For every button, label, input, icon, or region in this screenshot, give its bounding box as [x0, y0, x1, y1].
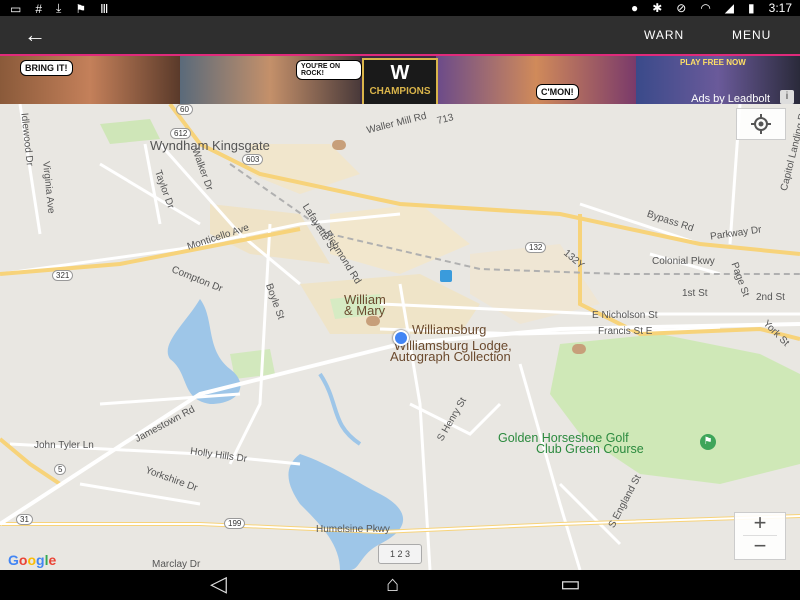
road-label: E Nicholson St [592, 310, 658, 321]
warn-button[interactable]: WARN [644, 28, 684, 42]
location-icon: ● [630, 1, 639, 15]
nav-bar: ◁ ⌂ ▭ [0, 570, 800, 600]
my-location-dot [393, 330, 409, 346]
wwe-logo: W CHAMPIONS [362, 58, 438, 106]
road-label: 1st St [682, 288, 708, 299]
ad-banner[interactable]: BRING IT! YOU'RE ON ROCK! C'MON! W CHAMP… [0, 54, 800, 106]
google-logo: Google [8, 552, 57, 568]
bluetooth-icon: ✱ [652, 1, 663, 15]
home-nav-icon[interactable]: ⌂ [386, 572, 399, 596]
road-label: Francis St E [598, 326, 653, 337]
back-arrow-icon[interactable]: ← [24, 22, 46, 48]
ad-play-text: PLAY FREE NOW [680, 58, 746, 67]
notification-icon: ▭ [10, 1, 22, 16]
ad-speech-bubble: YOU'RE ON ROCK! [296, 60, 362, 80]
hotel-icon [332, 140, 346, 150]
ad-panel [436, 56, 636, 106]
battery-icon: ▮ [748, 1, 755, 15]
map-view[interactable]: 60 612 603 321 132 5 31 199 Wyndham King… [0, 104, 800, 570]
route-shield: 603 [242, 154, 264, 165]
my-location-button[interactable] [736, 108, 786, 140]
ad-logo-text: CHAMPIONS [369, 86, 431, 97]
place-label: Autograph Collection [390, 349, 511, 364]
back-nav-icon[interactable]: ◁ [210, 572, 227, 596]
golf-course-area [550, 334, 800, 484]
crosshair-icon [751, 114, 771, 134]
ad-speech-bubble: C'MON! [536, 84, 579, 100]
zoom-control: + − [734, 512, 786, 560]
level-picker[interactable]: 1 2 3 [378, 544, 422, 564]
road-label: 2nd St [756, 292, 785, 303]
status-bar: ▭ # ⤓ ⚑ Ⅲ ● ✱ ⊘ ◠ ◢ ▮ 3:17 [0, 0, 800, 16]
download-icon: ⤓ [56, 1, 62, 15]
place-label: Club Green Course [536, 442, 644, 456]
ad-speech-bubble: BRING IT! [20, 60, 73, 76]
barcode-icon: Ⅲ [100, 1, 109, 16]
zoom-in-button[interactable]: + [735, 512, 785, 535]
recents-nav-icon[interactable]: ▭ [560, 572, 581, 596]
place-label: & Mary [344, 303, 386, 318]
golf-icon: ⚑ [700, 434, 716, 450]
clock: 3:17 [768, 1, 792, 15]
place-label: Williamsburg [412, 322, 487, 337]
info-icon[interactable]: i [780, 90, 794, 104]
mute-icon: ⊘ [676, 1, 687, 15]
hotel-icon [572, 344, 586, 354]
transit-icon [440, 270, 452, 282]
road-label: Humelsine Pkwy [316, 524, 390, 535]
hashtag-icon: # [35, 1, 43, 16]
road-label: Marclay Dr [152, 559, 201, 570]
app-bar: ← WARN MENU [0, 16, 800, 54]
creek [318, 372, 362, 446]
route-shield: 60 [176, 104, 193, 115]
school-icon [366, 316, 380, 326]
route-shield: 31 [16, 514, 33, 525]
route-shield: 199 [224, 518, 246, 529]
road-label: Colonial Pkwy [652, 256, 715, 267]
flag-icon: ⚑ [75, 1, 87, 16]
signal-icon: ◢ [724, 1, 735, 15]
place-label: Wyndham Kingsgate [150, 138, 270, 153]
zoom-out-button[interactable]: − [735, 535, 785, 558]
route-shield: 132 [525, 242, 547, 253]
park-area [230, 349, 275, 379]
wifi-icon: ◠ [700, 1, 711, 15]
menu-button[interactable]: MENU [732, 28, 771, 42]
route-shield: 321 [52, 270, 74, 281]
road-label: John Tyler Ln [34, 440, 94, 451]
